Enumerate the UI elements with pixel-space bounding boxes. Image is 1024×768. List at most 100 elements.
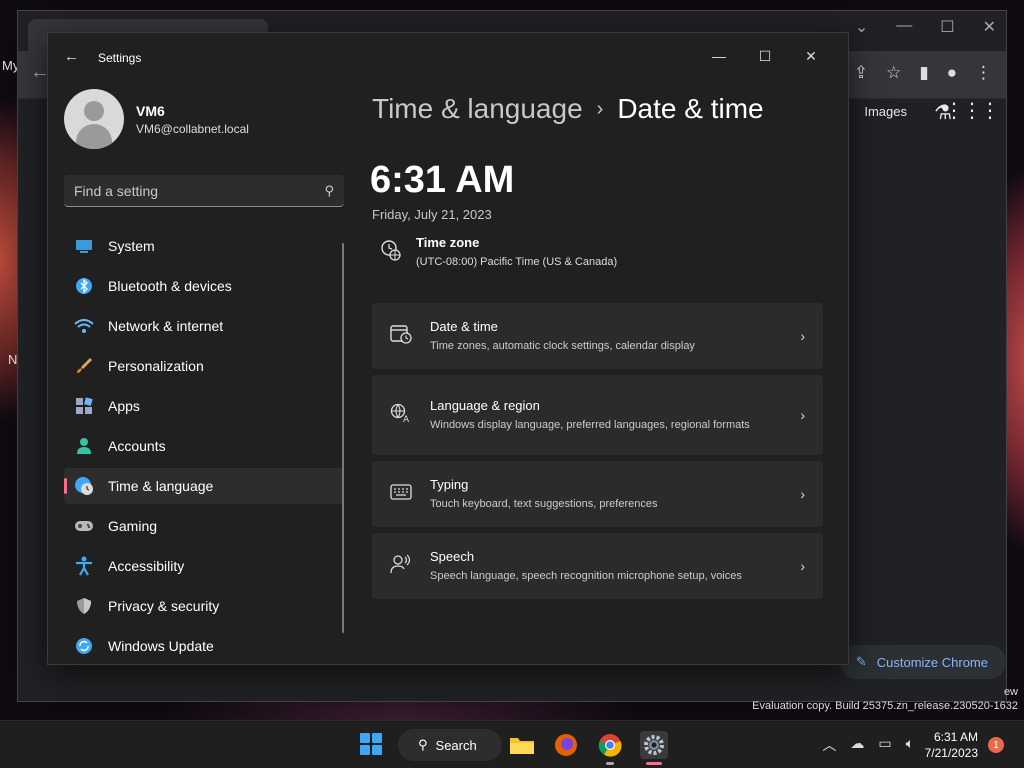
card-title: Language & region [430,397,540,413]
images-link[interactable]: Images [864,104,907,119]
taskbar-time: 6:31 AM [933,730,978,744]
firefox-button[interactable] [552,731,580,759]
sidebar-item-apps[interactable]: Apps [64,388,344,424]
search-input[interactable] [74,182,325,199]
taskbar: ⚲ Search ︿ ☁ ▭ 🔈︎ 6:31 AM 7/21/2023 1 [0,720,1024,768]
sidebar-item-label: Accounts [108,438,166,454]
profile-email: VM6@collabnet.local [136,121,249,136]
current-date: Friday, July 21, 2023 [372,207,492,222]
gear-icon [644,735,664,755]
apps-icon [74,396,94,416]
accessibility-icon [74,556,94,576]
monitor-icon [74,236,94,256]
card-description: Speech language, speech recognition micr… [430,569,742,582]
sidebar-item-network[interactable]: Network & internet [64,308,344,344]
breadcrumb-parent[interactable]: Time & language [372,93,583,125]
time-zone-value: (UTC-08:00) Pacific Time (US & Canada) [416,256,618,268]
card-description: Windows display language, preferred lang… [430,418,750,431]
keyboard-icon [390,483,412,505]
minimize-icon[interactable]: — [896,17,912,37]
chevron-down-icon[interactable]: ⌄ [855,17,868,37]
minimize-button[interactable]: — [696,41,742,71]
card-date-time[interactable]: Date & time Time zones, automatic clock … [372,303,823,369]
cloud-icon[interactable]: ☁ [850,735,864,755]
file-explorer-button[interactable] [508,731,536,759]
customize-chrome-button[interactable]: ✎ Customize Chrome [839,645,1006,679]
star-icon[interactable]: ☆ [886,63,901,83]
brush-icon [74,356,94,376]
maximize-icon[interactable]: ☐ [940,17,954,37]
wifi-icon [74,316,94,336]
search-icon[interactable]: ⚲ [324,183,334,199]
bluetooth-icon [74,276,94,296]
chevron-right-icon: › [800,407,805,423]
chevron-right-icon: › [800,486,805,502]
globe-clock-icon [380,239,402,268]
taskbar-search-label: Search [435,737,477,753]
start-button[interactable] [360,733,382,755]
window-title: Settings [98,51,142,65]
sidebar-item-label: Accessibility [108,558,185,574]
sidebar-item-bluetooth[interactable]: Bluetooth & devices [64,268,344,304]
share-icon[interactable]: ⇪ [854,63,868,83]
settings-cards: Date & time Time zones, automatic clock … [372,303,823,605]
window-controls: — ☐ ✕ [696,41,834,71]
current-time: 6:31 AM [370,159,515,201]
profile-icon[interactable]: ● [947,63,957,83]
sidebar-item-label: Network & internet [108,318,224,334]
time-zone-info: Time zone (UTC-08:00) Pacific Time (US &… [380,235,617,268]
notification-badge[interactable]: 1 [988,737,1004,753]
sidebar-item-accounts[interactable]: Accounts [64,428,344,464]
menu-dots-icon[interactable]: ⋮ [975,63,992,83]
chrome-window-controls: ⌄ — ☐ ✕ [855,17,996,37]
update-icon [74,636,94,656]
build-watermark: Evaluation copy. Build 25375.zn_release.… [752,700,1018,712]
chrome-toolbar-actions: ⇪ ☆ ▮ ● ⋮ [854,63,992,83]
sidebar-item-privacy[interactable]: Privacy & security [64,588,344,624]
sidebar-item-label: Time & language [108,478,214,494]
user-profile[interactable]: VM6 VM6@collabnet.local [64,89,249,149]
pencil-icon: ✎ [855,654,867,669]
taskbar-clock[interactable]: 6:31 AM 7/21/2023 [925,729,978,761]
card-language-region[interactable]: A Language & region Windows display lang… [372,375,823,455]
settings-taskbar-button[interactable] [640,731,668,765]
sidebar-item-personalization[interactable]: Personalization [64,348,344,384]
chrome-button[interactable] [596,731,624,765]
sidebar-item-windows-update[interactable]: Windows Update [64,628,344,664]
apps-grid-icon[interactable]: ⋮⋮⋮ [944,98,1000,123]
close-icon[interactable]: ✕ [983,17,996,37]
back-arrow-icon[interactable]: ← [64,48,79,65]
taskbar-search-button[interactable]: ⚲ Search [398,729,502,761]
sidebar-scrollbar[interactable] [342,243,344,633]
folder-icon [510,738,534,754]
sidebar-item-label: Gaming [108,518,158,534]
search-icon: ⚲ [418,737,428,752]
active-indicator [646,762,662,765]
title-bar: ← Settings — ☐ ✕ [48,33,848,81]
profile-name: VM6 [136,102,165,119]
close-button[interactable]: ✕ [788,41,834,71]
page-title: Date & time [617,93,764,124]
volume-icon[interactable]: 🔈︎ [906,735,914,755]
sidebar-item-system[interactable]: System [64,228,344,264]
chrome-icon [598,734,622,757]
chevron-up-icon[interactable]: ︿ [822,735,836,755]
gamepad-icon [74,516,94,536]
sidebar-item-label: Personalization [108,358,204,374]
network-icon[interactable]: ▭ [878,735,891,755]
person-icon [74,436,94,456]
side-panel-icon[interactable]: ▮ [919,63,928,83]
maximize-button[interactable]: ☐ [742,41,788,71]
search-box[interactable]: ⚲ [64,175,344,207]
sidebar-item-label: Privacy & security [108,598,220,614]
desktop-label: N [8,352,18,367]
sidebar-item-time-language[interactable]: Time & language [64,468,344,504]
calendar-clock-icon [390,324,412,349]
chevron-right-icon: › [800,558,805,574]
sidebar-item-accessibility[interactable]: Accessibility [64,548,344,584]
card-typing[interactable]: Typing Touch keyboard, text suggestions,… [372,461,823,527]
settings-window: ← Settings — ☐ ✕ VM6 VM6@collabnet.local… [47,32,849,665]
card-title: Date & time [430,318,498,334]
sidebar-item-gaming[interactable]: Gaming [64,508,344,544]
card-speech[interactable]: Speech Speech language, speech recogniti… [372,533,823,599]
